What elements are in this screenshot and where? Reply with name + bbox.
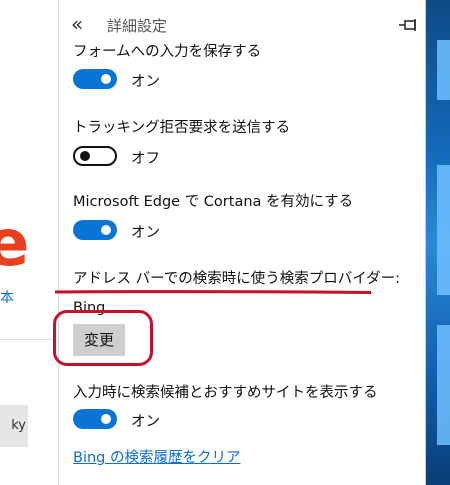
do-not-track-state: オフ — [131, 151, 160, 167]
search-suggestions-state: オン — [131, 414, 160, 430]
annotation-underline — [55, 290, 371, 294]
do-not-track-toggle[interactable] — [73, 146, 117, 166]
desktop-tile — [437, 40, 450, 100]
background-button-fragment[interactable]: ky — [0, 405, 28, 447]
toggle-knob — [101, 414, 111, 424]
form-save-toggle[interactable] — [73, 69, 117, 89]
panel-title: 詳細設定 — [107, 17, 168, 35]
clear-search-history-link[interactable]: Bing の検索履歴をクリア — [73, 446, 240, 467]
toggle-knob — [101, 225, 111, 235]
form-save-state: オン — [131, 74, 160, 90]
search-provider-label: アドレス バーでの検索時に使う検索プロバイダー: — [73, 271, 401, 287]
desktop-tile — [437, 165, 450, 295]
divider — [0, 339, 58, 340]
cortana-toggle[interactable] — [73, 220, 117, 240]
do-not-track-label: トラッキング拒否要求を送信する — [73, 120, 291, 136]
browser-content-background: e 本 ky — [0, 0, 58, 485]
logo-link-fragment[interactable]: 本 — [0, 287, 14, 307]
search-suggestions-toggle[interactable] — [73, 409, 117, 429]
advanced-settings-panel: « 詳細設定 フォームへの入力を保存する オン トラッキング拒否要求を送信する … — [53, 0, 426, 485]
form-save-label: フォームへの入力を保存する — [73, 44, 262, 60]
cortana-label: Microsoft Edge で Cortana を有効にする — [73, 194, 354, 210]
annotation-circle — [53, 310, 153, 366]
cortana-state: オン — [131, 225, 160, 241]
edge-logo-fragment: e — [0, 207, 30, 281]
search-suggestions-label: 入力時に検索候補とおすすめサイトを表示する — [73, 385, 378, 401]
toggle-knob — [80, 151, 90, 161]
desktop-tile — [437, 325, 450, 445]
pin-icon[interactable] — [397, 16, 419, 34]
toggle-knob — [101, 74, 111, 84]
back-icon[interactable]: « — [71, 14, 83, 34]
desktop-background — [425, 0, 450, 485]
